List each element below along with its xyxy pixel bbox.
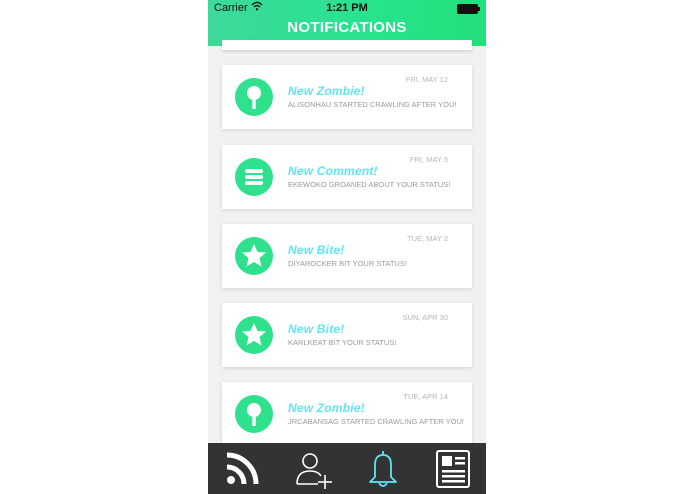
- star-icon: [235, 237, 273, 275]
- tab-notifications[interactable]: [347, 443, 417, 494]
- notification-description: EKEWOKO GROANED ABOUT YOUR STATUS!: [288, 180, 451, 189]
- notification-date: SUN, APR 30: [402, 313, 448, 322]
- tab-add-friend[interactable]: [278, 443, 348, 494]
- app-screen: Carrier 1:21 PM NOTIFICATIONS New Zombie…: [208, 0, 486, 494]
- rss-icon: [226, 452, 259, 485]
- status-bar: Carrier 1:21 PM: [208, 0, 486, 16]
- star-icon: [235, 316, 273, 354]
- menu-lines-icon: [235, 158, 273, 196]
- notification-title: New Bite!: [288, 243, 345, 257]
- notification-description: JRCABANSAG STARTED CRAWLING AFTER YOU!: [288, 417, 465, 426]
- notification-card[interactable]: New Comment! EKEWOKO GROANED ABOUT YOUR …: [222, 145, 472, 209]
- notification-description: DIYAROCKER BIT YOUR STATUS!: [288, 259, 407, 268]
- notification-description: ALISONHAU STARTED CRAWLING AFTER YOU!: [288, 100, 457, 109]
- notification-date: TUE, APR 14: [403, 392, 448, 401]
- notification-card[interactable]: New Bite! DIYAROCKER BIT YOUR STATUS! TU…: [222, 224, 472, 288]
- notification-card[interactable]: New Zombie! JRCABANSAG STARTED CRAWLING …: [222, 382, 472, 446]
- profile-card-icon: [435, 450, 470, 488]
- notification-date: FRI, MAY 5: [409, 155, 448, 164]
- notification-date: TUE, MAY 2: [407, 234, 448, 243]
- pin-icon: [235, 78, 273, 116]
- tab-bar: [208, 443, 486, 494]
- pin-icon: [235, 395, 273, 433]
- notification-description: KARLKEAT BIT YOUR STATUS!: [288, 338, 397, 347]
- tab-profile[interactable]: [417, 443, 487, 494]
- battery-icon: [457, 4, 480, 14]
- notification-title: New Comment!: [288, 164, 378, 178]
- notification-date: FRI, MAY 12: [405, 75, 448, 84]
- partial-notification-card: [222, 40, 472, 50]
- tab-feed[interactable]: [208, 443, 278, 494]
- notification-title: New Zombie!: [288, 84, 365, 98]
- notification-title: New Zombie!: [288, 401, 365, 415]
- add-user-icon: [295, 453, 332, 489]
- clock: 1:21 PM: [326, 2, 368, 14]
- notification-card[interactable]: New Bite! KARLKEAT BIT YOUR STATUS! SUN,…: [222, 303, 472, 367]
- notification-title: New Bite!: [288, 322, 345, 336]
- page-title: NOTIFICATIONS: [287, 19, 407, 36]
- notification-card[interactable]: New Zombie! ALISONHAU STARTED CRAWLING A…: [222, 65, 472, 129]
- bell-icon: [369, 451, 397, 487]
